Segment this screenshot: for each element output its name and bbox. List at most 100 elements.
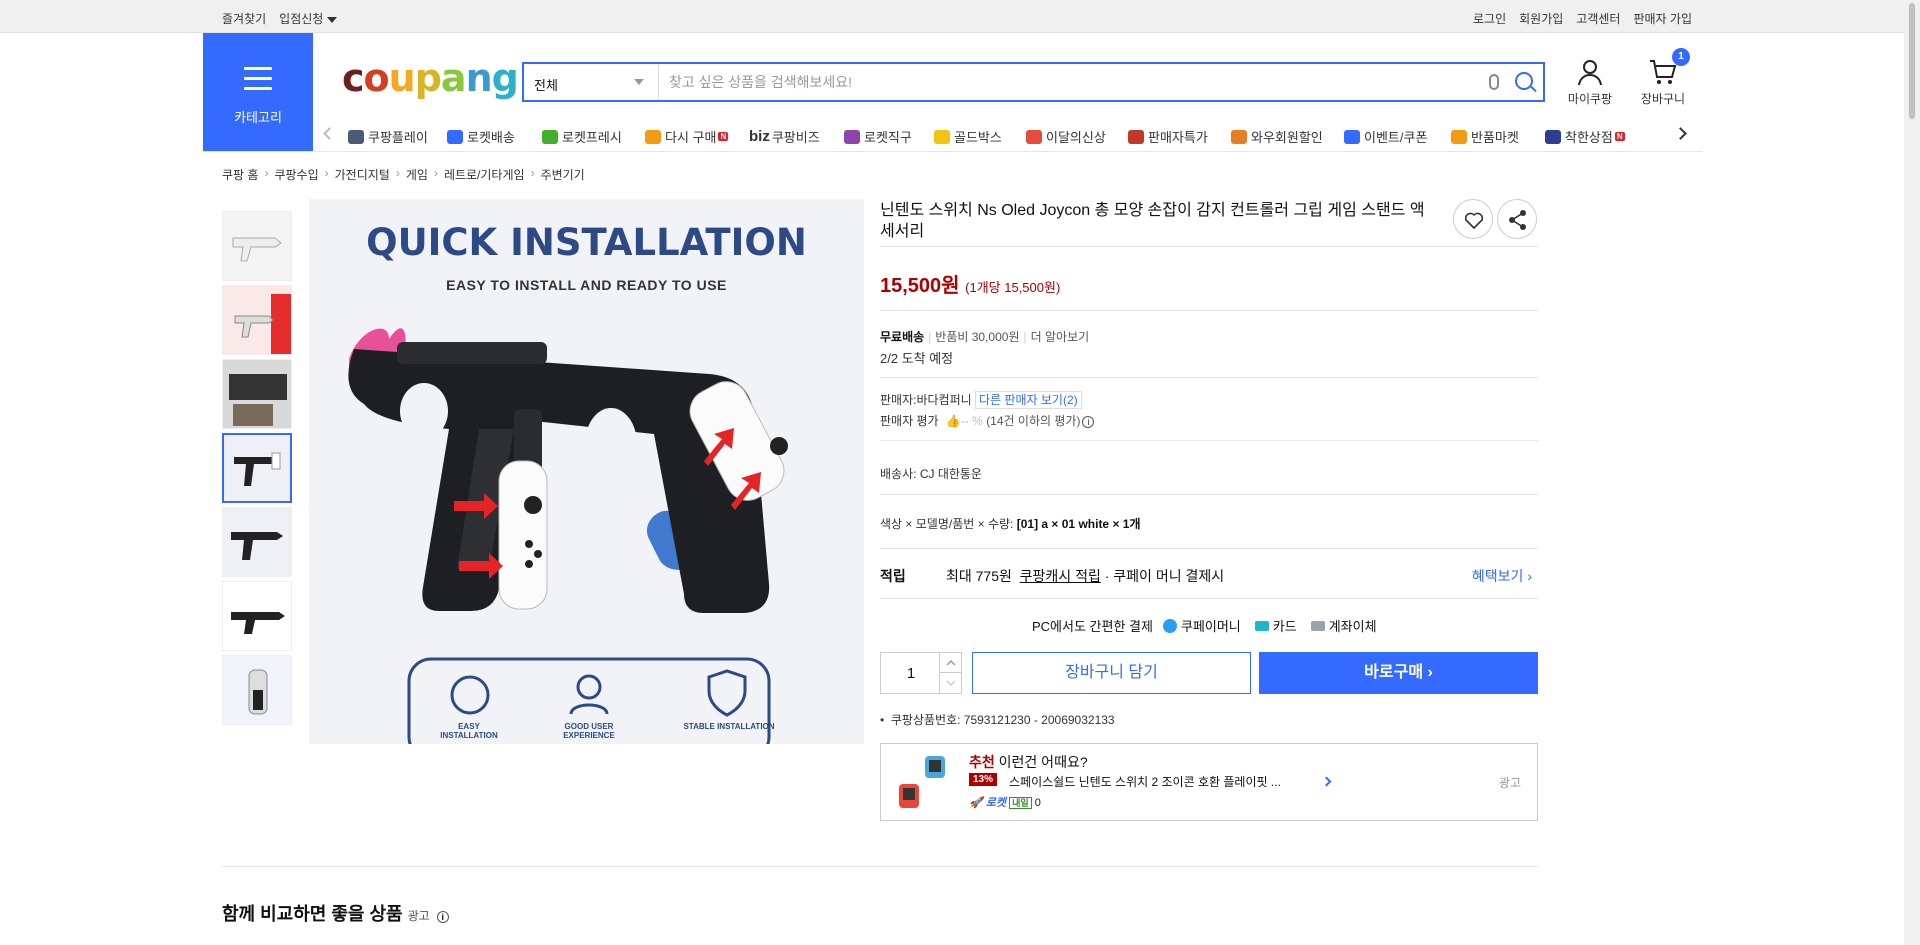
customer-center-link[interactable]: 고객센터: [1576, 10, 1620, 27]
buy-now-label: 바로구매: [1364, 664, 1424, 681]
pay-method-2: 카드: [1272, 619, 1297, 634]
coupay-money-icon: [1162, 618, 1177, 633]
signup-link[interactable]: 회원가입: [1519, 10, 1563, 27]
thumbnail-6[interactable]: [222, 581, 292, 651]
benefits-link[interactable]: 혜택보기 ›: [1472, 566, 1532, 586]
recommend-heading: 추천 이런건 어때요?: [969, 752, 1088, 772]
search-category-value: 전체: [534, 78, 558, 93]
category-menu-button[interactable]: 카테고리: [203, 33, 313, 151]
product-number: • 쿠팡상품번호: 7593121230 - 20069032133: [880, 713, 1115, 727]
divider: [880, 440, 1538, 441]
quantity-value[interactable]: 1: [881, 665, 941, 682]
carrier-row: 배송사: CJ 대한통운: [880, 465, 982, 482]
nav-item-10[interactable]: 와우회원할인: [1231, 127, 1323, 146]
nav-item-4[interactable]: 다시 구매 N: [645, 127, 729, 146]
mypage-button[interactable]: 마이쿠팡: [1560, 57, 1620, 107]
quantity-increase-button[interactable]: [939, 653, 961, 673]
share-icon: [1509, 210, 1526, 230]
partner-apply-link[interactable]: 입점신청: [279, 10, 338, 27]
learn-more-link[interactable]: 더 알아보기: [1031, 330, 1090, 344]
tomorrow-badge: 내일: [1009, 797, 1032, 809]
shipping-row: 무료배송 | 반품비 30,000원 | 더 알아보기: [880, 330, 1090, 344]
thumbnail-4-selected[interactable]: [222, 433, 292, 503]
play-icon: [348, 129, 364, 144]
quantity-decrease-button[interactable]: [939, 673, 961, 693]
nav-item-label: 반품마켓: [1471, 130, 1519, 145]
logo-letter: p: [414, 56, 442, 100]
nav-item-label: 판매자특가: [1148, 130, 1208, 145]
header-divider: [203, 151, 1703, 152]
pay-method-1: 쿠페이머니: [1180, 619, 1241, 634]
thumbnail-image: [223, 582, 291, 650]
nav-item-13[interactable]: 착한상점 N: [1545, 127, 1625, 146]
thumbnail-3[interactable]: [222, 359, 292, 429]
cart-count-badge: 1: [1672, 48, 1690, 66]
nav-item-6[interactable]: 로켓직구: [844, 127, 912, 146]
nav-item-12[interactable]: 반품마켓: [1451, 127, 1519, 146]
nav-item-8[interactable]: 이달의신상: [1026, 127, 1106, 146]
ad-label: 광고: [1498, 776, 1521, 790]
main-product-image[interactable]: QUICK INSTALLATION EASY TO INSTALL AND R…: [309, 199, 864, 744]
user-icon: [1578, 60, 1602, 86]
breadcrumb-item[interactable]: 쿠팡수입: [274, 166, 318, 183]
recommend-product-name[interactable]: 스페이스쉴드 닌텐도 스위치 2 조이콘 호환 플레이핏 ...: [1009, 773, 1281, 790]
info-icon[interactable]: i: [1082, 416, 1095, 428]
thumbnail-5[interactable]: [222, 507, 292, 577]
breadcrumb-item[interactable]: 쿠팡 홈: [222, 166, 258, 183]
nav-item-label: 로켓프레시: [562, 130, 622, 145]
feature-label-2: GOOD USER EXPERIENCE: [563, 722, 615, 740]
breadcrumb-item[interactable]: 레트로/기타게임: [444, 166, 525, 183]
thumbnail-image: [232, 237, 282, 262]
other-sellers-link[interactable]: 다른 판매자 보기(2): [975, 391, 1082, 409]
search-category-select[interactable]: 전체: [524, 64, 659, 100]
seller-rating-label: 판매자 평가: [880, 414, 939, 428]
thumbnail-2[interactable]: [222, 285, 292, 355]
breadcrumb-item[interactable]: 가전디지털: [335, 166, 390, 183]
share-button[interactable]: [1497, 199, 1537, 239]
chevron-right-icon: ›: [395, 166, 400, 180]
nav-item-11[interactable]: 이벤트/쿠폰: [1344, 127, 1427, 146]
section-divider: [222, 866, 1538, 867]
nav-item-3[interactable]: 로켓프레시: [542, 127, 622, 146]
nav-item-2[interactable]: 로켓배송: [447, 127, 515, 146]
info-icon[interactable]: i: [436, 911, 449, 923]
scrollbar-thumb[interactable]: [1908, 2, 1916, 120]
thumbnail-list: [222, 211, 294, 729]
reward-label: 적립: [880, 568, 906, 584]
product-title: 닌텐도 스위치 Ns Oled Joycon 총 모양 손잡이 감지 컨트롤러 …: [880, 202, 1425, 240]
login-link[interactable]: 로그인: [1473, 10, 1506, 27]
nav-item-7[interactable]: 골드박스: [934, 127, 1002, 146]
nav-item-label: 이벤트/쿠폰: [1364, 130, 1428, 145]
coupang-logo[interactable]: coupang: [342, 56, 519, 100]
seller-rating-value: -- %: [960, 414, 983, 428]
page-scrollbar[interactable]: [1904, 0, 1920, 945]
nav-item-label: 이달의신상: [1046, 130, 1106, 145]
nav-item-label: 골드박스: [954, 130, 1002, 145]
wishlist-button[interactable]: [1453, 199, 1493, 239]
seller-signup-link[interactable]: 판매자 가입: [1633, 10, 1692, 27]
chevron-right-icon[interactable]: [1321, 776, 1332, 787]
search-icon[interactable]: [1515, 72, 1533, 90]
coupang-cash-link[interactable]: 쿠팡캐시 적립: [1020, 568, 1101, 584]
category-label: 카테고리: [234, 110, 282, 125]
pay-method-3: 계좌이체: [1328, 619, 1377, 634]
divider: [880, 377, 1538, 378]
thumbnail-7[interactable]: [222, 655, 292, 725]
thumbnail-image: [224, 435, 290, 501]
breadcrumb-item[interactable]: 주변기기: [541, 166, 585, 183]
search-input[interactable]: [669, 70, 1469, 94]
favorites-link[interactable]: 즐겨찾기: [222, 10, 266, 27]
nav-item-label: 로켓배송: [467, 130, 515, 145]
logo-letter: o: [363, 56, 390, 100]
recommendation-card[interactable]: 추천 이런건 어때요? 13% 스페이스쉴드 닌텐도 스위치 2 조이콘 호환 …: [880, 743, 1538, 821]
thumbnail-1[interactable]: [222, 211, 292, 281]
nav-item-9[interactable]: 판매자특가: [1128, 127, 1208, 146]
goldbox-icon: [934, 129, 950, 144]
breadcrumb-item[interactable]: 게임: [406, 166, 428, 183]
nav-item-1[interactable]: 쿠팡플레이: [348, 127, 428, 146]
easy-payment-row: PC에서도 간편한 결제 쿠페이머니 카드 계좌이체: [1032, 616, 1377, 635]
nav-item-5[interactable]: biz 쿠팡비즈: [749, 127, 820, 146]
add-to-cart-button[interactable]: 장바구니 담기: [972, 652, 1251, 694]
microphone-icon[interactable]: [1489, 74, 1499, 90]
buy-now-button[interactable]: 바로구매 ›: [1259, 652, 1538, 694]
